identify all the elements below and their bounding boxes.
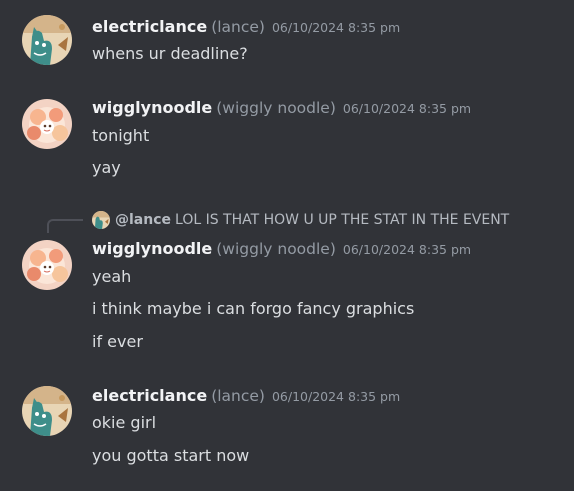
- cat-avatar-icon: [22, 15, 72, 65]
- message-text: whens ur deadline?: [92, 44, 248, 63]
- nickname: (lance): [211, 18, 265, 36]
- message-text: okie girl: [92, 413, 157, 432]
- avatar[interactable]: [22, 240, 72, 290]
- nickname: (lance): [211, 387, 265, 405]
- reply-avatar: [92, 211, 110, 229]
- username[interactable]: wigglynoodle: [92, 239, 212, 258]
- timestamp[interactable]: 06/10/2024 8:35 pm: [272, 389, 400, 404]
- avatar[interactable]: [22, 386, 72, 436]
- message-text: you gotta start now: [92, 446, 250, 465]
- reply-spine: [47, 219, 83, 233]
- message-header: electriclance (lance) 06/10/2024 8:35 pm: [92, 17, 400, 38]
- nickname: (wiggly noodle): [216, 99, 336, 117]
- flower-avatar-icon: [22, 99, 72, 149]
- reply-preview[interactable]: @lance LOL IS THAT HOW U UP THE STAT IN …: [92, 210, 509, 230]
- message-text: if ever: [92, 332, 143, 351]
- nickname: (wiggly noodle): [216, 240, 336, 258]
- message-text: tonight: [92, 126, 150, 145]
- avatar[interactable]: [22, 15, 72, 65]
- timestamp[interactable]: 06/10/2024 8:35 pm: [272, 20, 400, 35]
- avatar[interactable]: [22, 99, 72, 149]
- message-header: electriclance (lance) 06/10/2024 8:35 pm: [92, 386, 400, 407]
- timestamp[interactable]: 06/10/2024 8:35 pm: [343, 101, 471, 116]
- message-text: yeah: [92, 267, 132, 286]
- username[interactable]: electriclance: [92, 386, 207, 405]
- flower-avatar-icon: [22, 240, 72, 290]
- reply-text[interactable]: LOL IS THAT HOW U UP THE STAT IN THE EVE…: [175, 210, 509, 230]
- username[interactable]: wigglynoodle: [92, 98, 212, 117]
- message-text: yay: [92, 158, 121, 177]
- message-header: wigglynoodle (wiggly noodle) 06/10/2024 8:…: [92, 239, 471, 260]
- timestamp[interactable]: 06/10/2024 8:35 pm: [343, 242, 471, 257]
- message-header: wigglynoodle (wiggly noodle) 06/10/2024 8:…: [92, 98, 471, 119]
- cat-avatar-icon: [22, 386, 72, 436]
- username[interactable]: electriclance: [92, 17, 207, 36]
- reply-mention[interactable]: @lance: [115, 210, 171, 230]
- message-text: i think maybe i can forgo fancy graphics: [92, 299, 415, 318]
- cat-avatar-icon: [92, 211, 110, 229]
